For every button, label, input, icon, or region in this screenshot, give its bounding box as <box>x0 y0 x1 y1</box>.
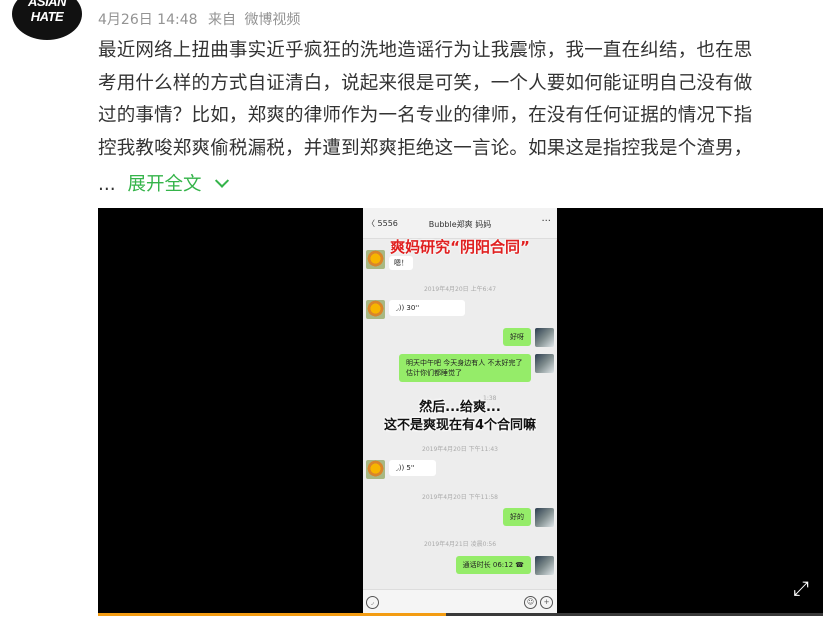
post-from-label: 来自 <box>207 12 236 28</box>
post-meta: 4月26日 14:48 来自 微博视频 <box>98 9 306 29</box>
post-text: 最近网络上扭曲事实近乎疯狂的洗地造谣行为让我震惊，我一直在纠结，也在思 考用什么… <box>98 35 814 165</box>
chat-timestamp: 2019年4月21日 凌晨0:56 <box>423 541 497 548</box>
video-progress-fill <box>98 613 446 616</box>
voice-message: ◞)) 30'' <box>389 300 465 316</box>
chat-bubble: 好呀 <box>503 328 531 346</box>
more-icon: ··· <box>541 216 551 227</box>
chat-title: Bubble郑爽 妈妈 <box>428 220 492 229</box>
chat-bubble: 明天中午吧 今天身边有人 不太好完了估计你们都睡觉了 <box>399 354 531 382</box>
post-line: 最近网络上扭曲事实近乎疯狂的洗地造谣行为让我震惊，我一直在纠结，也在思 <box>98 40 753 61</box>
chevron-down-icon <box>215 173 230 188</box>
chat-bubble: 嗯！ <box>389 256 413 270</box>
video-caption-title: 爽妈研究“阴阳合同” <box>390 238 530 256</box>
avatar-logo-text: ASIAN HATE <box>28 0 66 24</box>
cat-avatar-icon <box>535 354 554 373</box>
video-frame-chat-screenshot: 〈 5556 Bubble郑爽 妈妈 ··· 爽妈研究“阴阳合同” 嗯！ 201… <box>363 208 557 616</box>
post-date[interactable]: 4月26日 14:48 <box>98 12 198 28</box>
chat-header: 〈 5556 Bubble郑爽 妈妈 ··· <box>363 208 557 239</box>
video-progress-bar[interactable] <box>98 613 823 616</box>
emoji-icon: ☺ <box>524 596 537 609</box>
chat-input-bar: ◞ ☺ + <box>363 589 557 616</box>
chat-timestamp: 2019年4月20日 下午11:58 <box>422 494 498 501</box>
chat-timestamp: 2019年4月20日 上午6:47 <box>423 286 497 293</box>
cat-avatar-icon <box>535 508 554 527</box>
sunflower-avatar-icon <box>366 460 385 479</box>
post-line: 过的事情？比如，郑爽的律师作为一名专业的律师，在没有任何证据的情况下指 <box>98 105 753 126</box>
post-line: 考用什么样的方式自证清白，说起来很是可笑，一个人要如何能证明自己没有做 <box>98 72 753 94</box>
voice-icon: ◞ <box>366 596 379 609</box>
chat-bubble: 好的 <box>503 508 531 526</box>
expand-full-text-link[interactable]: 展开全文 <box>127 173 230 195</box>
ellipsis: ... <box>98 174 116 195</box>
expand-label: 展开全文 <box>127 174 202 195</box>
expand-row: ... 展开全文 <box>98 170 230 196</box>
call-duration-bubble: 通话时长 06:12 ☎ <box>455 556 531 574</box>
voice-message: ◞)) 5'' <box>389 460 436 476</box>
post-source[interactable]: 微博视频 <box>244 12 300 28</box>
video-caption-line2: 这不是爽现在有4个合同嘛 <box>383 418 537 433</box>
fullscreen-icon[interactable]: ⤢ <box>793 576 809 600</box>
sunflower-avatar-icon <box>366 250 385 269</box>
cat-avatar-icon <box>535 556 554 575</box>
user-avatar[interactable]: ASIAN HATE <box>12 0 82 40</box>
sunflower-avatar-icon <box>366 300 385 319</box>
post-line: 控我教唆郑爽偷税漏税，并遭到郑爽拒绝这一言论。如果这是指控我是个渣男， <box>98 137 753 159</box>
video-caption-line1: 然后...给爽... <box>419 400 501 415</box>
plus-icon: + <box>540 596 553 609</box>
chat-timestamp: 2019年4月20日 下午11:43 <box>422 446 498 453</box>
video-player[interactable]: 〈 5556 Bubble郑爽 妈妈 ··· 爽妈研究“阴阳合同” 嗯！ 201… <box>98 208 823 616</box>
cat-avatar-icon <box>535 328 554 347</box>
